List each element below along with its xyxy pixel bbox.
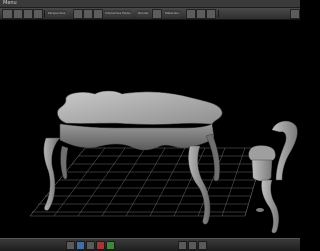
object-icon[interactable] xyxy=(66,241,75,250)
view-mode-label[interactable]: Perspective xyxy=(47,10,67,17)
table-top xyxy=(57,90,223,125)
move-icon[interactable] xyxy=(13,9,23,19)
scale-icon[interactable] xyxy=(33,9,43,19)
chair-seat xyxy=(248,145,276,163)
grid-icon[interactable] xyxy=(198,241,207,250)
table-leg-front-left xyxy=(43,137,61,211)
smooth-icon[interactable] xyxy=(93,9,103,19)
viewport-canvas xyxy=(29,90,298,234)
settings-icon[interactable] xyxy=(290,9,300,19)
chair-model[interactable] xyxy=(248,120,298,234)
toolbar-separator xyxy=(44,10,45,17)
menu-title[interactable]: Menu xyxy=(3,0,17,7)
render-label[interactable]: Render xyxy=(137,10,150,17)
interactive-mode-label[interactable]: Interactive Mode xyxy=(104,10,132,17)
display-icon[interactable] xyxy=(188,241,197,250)
light-icon[interactable] xyxy=(196,9,206,19)
chair-leg xyxy=(261,179,279,234)
mask-icon[interactable] xyxy=(152,9,162,19)
chair-foot xyxy=(256,208,264,212)
bottom-toolbar xyxy=(0,238,300,251)
rotate-icon[interactable] xyxy=(23,9,33,19)
camera-icon[interactable] xyxy=(86,241,95,250)
chair-back xyxy=(271,120,298,181)
select-icon[interactable] xyxy=(2,9,13,19)
sculpt-icon[interactable] xyxy=(73,9,83,19)
toolbar: Perspective Interactive Mode Render Mate… xyxy=(0,8,300,20)
subdivide-icon[interactable] xyxy=(76,241,85,250)
table-leg-back-left xyxy=(60,145,69,180)
materials-label[interactable]: Materials xyxy=(164,10,180,17)
texture-icon[interactable] xyxy=(178,241,187,250)
light-icon[interactable] xyxy=(96,241,105,250)
camera-icon[interactable] xyxy=(186,9,196,19)
material-icon[interactable] xyxy=(106,241,115,250)
grid-icon[interactable] xyxy=(206,9,216,19)
paint-icon[interactable] xyxy=(83,9,93,19)
toolbar-separator xyxy=(218,10,219,17)
chair-post xyxy=(251,159,273,182)
menu-bar: Menu xyxy=(0,0,300,8)
3d-viewport[interactable] xyxy=(0,20,300,238)
